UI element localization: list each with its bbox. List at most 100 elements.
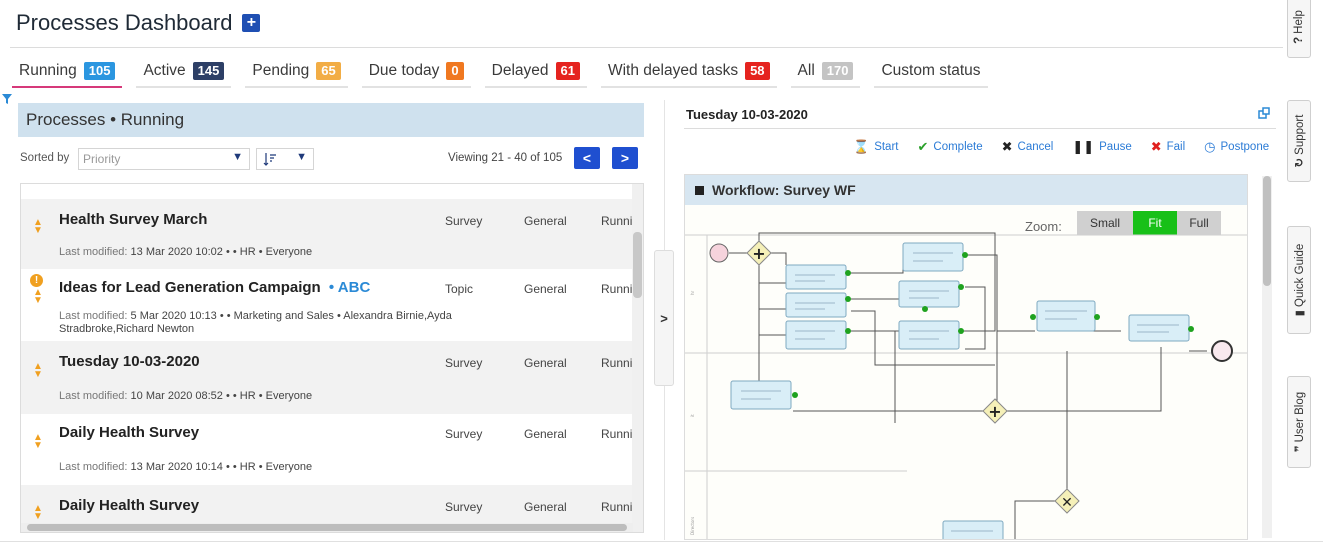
list-vertical-scrollbar[interactable]: [632, 184, 643, 532]
process-title: Tuesday 10-03-2020: [59, 353, 200, 370]
pause-button[interactable]: ❚❚ Pause: [1072, 139, 1131, 155]
action-bar: ⌛ Start ✔ Complete ✖ Cancel ❚❚ Pause ✖ F…: [853, 139, 1269, 155]
last-modified-label: Last modified:: [59, 310, 128, 322]
expand-icon[interactable]: [1258, 107, 1270, 119]
process-status: Runni: [601, 282, 633, 296]
process-meta: Last modified: 13 Mar 2020 10:02 • • HR …: [59, 246, 529, 259]
sort-bar: Sorted by Priority ▼ ▼ Viewing 21 - 40 o…: [18, 137, 644, 177]
tab-custom-status[interactable]: Custom status: [874, 56, 988, 88]
chevron-left-icon: <: [582, 150, 592, 166]
page-title-text: Processes Dashboard: [16, 10, 233, 35]
tab-with-delayed-tasks[interactable]: With delayed tasks 58: [600, 56, 777, 88]
scrollbar-thumb[interactable]: [633, 232, 642, 298]
next-page-button[interactable]: >: [612, 147, 638, 169]
workflow-canvas[interactable]: Zoom: Small Fit Full hr it Directors + +…: [685, 205, 1247, 539]
process-title: Health Survey March: [59, 211, 207, 228]
process-type: Topic: [445, 282, 474, 296]
sort-direction-select[interactable]: ▼: [256, 148, 314, 170]
svg-text:hr: hr: [690, 290, 695, 295]
tab-pending[interactable]: Pending 65: [245, 56, 348, 88]
process-type: Survey: [445, 356, 483, 370]
process-title-text: Daily Health Survey: [59, 424, 200, 441]
check-icon: ✔: [917, 139, 929, 154]
collapse-panel-button[interactable]: >: [654, 250, 674, 386]
chevron-right-icon: >: [660, 311, 668, 326]
filter-icon[interactable]: [2, 94, 12, 104]
list-horizontal-scrollbar[interactable]: [21, 523, 633, 532]
tab-due-today[interactable]: Due today 0: [361, 56, 471, 88]
chevron-down-icon: ▼: [296, 151, 307, 163]
action-label: Start: [874, 141, 899, 153]
tab-delayed[interactable]: Delayed 61: [484, 56, 587, 88]
list-item[interactable]: ▲ ▼ Daily Health Survey Survey General Ru…: [21, 414, 633, 485]
process-title-text: Ideas for Lead Generation Campaign: [59, 279, 321, 296]
tab-label: With delayed tasks: [607, 62, 739, 79]
chevron-right-icon: >: [620, 150, 630, 166]
process-title-text: Daily Health Survey: [59, 497, 200, 514]
side-tab-help[interactable]: ? Help: [1287, 0, 1311, 58]
tab-label: Active: [143, 62, 186, 79]
process-status: Runni: [601, 356, 633, 370]
process-status: Runni: [601, 214, 633, 228]
priority-icon: ▲ ▼: [33, 503, 43, 522]
question-icon: ?: [1293, 36, 1305, 44]
process-meta: Last modified: 13 Mar 2020 10:14 • • HR …: [59, 461, 529, 474]
tab-all[interactable]: All 170: [790, 56, 861, 88]
pagination-status: Viewing 21 - 40 of 105: [448, 152, 563, 164]
support-icon: ↻: [1294, 157, 1306, 168]
header-divider: [10, 47, 1283, 48]
priority-icon: ▲ ▼: [33, 287, 43, 306]
priority-icon: ▲ ▼: [33, 361, 43, 380]
process-type: Survey: [445, 214, 483, 228]
status-tabs: Running 105 Active 145 Pending 65 Due to…: [12, 56, 1002, 96]
side-tab-support[interactable]: ↻ Support: [1287, 100, 1311, 182]
quote-icon: ❞: [1294, 445, 1306, 453]
process-meta: Last modified: 10 Mar 2020 08:52 • • HR …: [59, 390, 529, 403]
svg-text:+: +: [988, 402, 1001, 421]
plus-square-icon[interactable]: +: [242, 14, 261, 32]
workflow-diagram: hr it Directors + + ✕: [685, 232, 1247, 539]
side-tab-label: ? Help: [1293, 10, 1305, 44]
process-meta-text: 13 Mar 2020 10:14 • • HR • Everyone: [130, 461, 313, 473]
warning-icon: !: [30, 274, 43, 287]
fail-button[interactable]: ✖ Fail: [1151, 139, 1185, 155]
priority-icon: ▲ ▼: [33, 432, 43, 451]
list-item[interactable]: ▲ ▼ Tuesday 10-03-2020 Survey General Run…: [21, 341, 633, 414]
process-type: Survey: [445, 427, 483, 441]
process-meta-text: 13 Mar 2020 10:02 • • HR • Everyone: [130, 246, 313, 258]
last-modified-label: Last modified:: [59, 246, 128, 258]
action-label: Postpone: [1220, 141, 1270, 153]
process-meta-text: 10 Mar 2020 08:52 • • HR • Everyone: [130, 390, 313, 402]
process-title-text: Health Survey March: [59, 211, 208, 228]
clock-icon: ◷: [1204, 139, 1216, 154]
prev-page-button[interactable]: <: [574, 147, 600, 169]
detail-divider: [684, 128, 1276, 129]
tab-count-badge: 58: [745, 62, 770, 80]
process-status: Runni: [601, 500, 633, 514]
side-tab-quick-guide[interactable]: ▮ Quick Guide: [1287, 226, 1311, 334]
postpone-button[interactable]: ◷ Postpone: [1204, 139, 1269, 155]
action-label: Cancel: [1017, 141, 1054, 153]
process-category: General: [524, 282, 567, 296]
process-list-panel: Processes • Running Sorted by Priority ▼…: [18, 103, 644, 533]
sort-field-select[interactable]: Priority ▼: [78, 148, 250, 170]
tab-running[interactable]: Running 105: [12, 56, 123, 88]
start-button[interactable]: ⌛ Start: [853, 139, 898, 155]
side-tab-user-blog[interactable]: ❞ User Blog: [1287, 376, 1311, 468]
cancel-button[interactable]: ✖ Cancel: [1002, 139, 1054, 155]
scrollbar-thumb[interactable]: [27, 524, 627, 531]
list-item[interactable]: ▲ ▼ Health Survey March Survey General Ru…: [21, 199, 633, 269]
sort-field-value: Priority: [83, 152, 121, 166]
tab-count-badge: 65: [316, 62, 341, 80]
page-title: Processes Dashboard +: [16, 10, 261, 36]
list-item[interactable]: ! ▲ ▼ Ideas for Lead Generation Campaign …: [21, 269, 633, 341]
last-modified-label: Last modified:: [59, 461, 128, 473]
process-tag: • ABC: [328, 279, 371, 296]
scrollbar-thumb[interactable]: [1263, 176, 1271, 286]
side-tab-label: ↻ Support: [1292, 115, 1306, 168]
complete-button[interactable]: ✔ Complete: [917, 139, 982, 155]
tab-active[interactable]: Active 145: [136, 56, 232, 88]
side-tab-label: ❞ User Blog: [1292, 392, 1306, 452]
side-tab-text: User Blog: [1294, 391, 1306, 443]
svg-text:+: +: [752, 244, 765, 263]
